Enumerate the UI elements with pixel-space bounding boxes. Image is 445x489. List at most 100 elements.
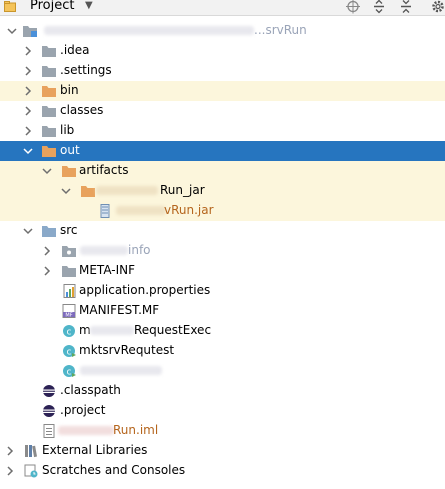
tree-label: info: [128, 243, 151, 257]
tree-row-classes[interactable]: classes: [0, 101, 445, 121]
tree-row-classpath[interactable]: .classpath: [0, 381, 445, 401]
tree-label: vRun.jar: [164, 203, 214, 217]
source-folder-icon: [42, 226, 56, 237]
redacted-text: [116, 206, 166, 215]
tree-row-application-properties[interactable]: application.properties: [0, 281, 445, 301]
properties-file-icon: [63, 284, 76, 298]
tree-row-class-requtest[interactable]: c mktsrvRequtest: [0, 341, 445, 361]
crosshair-icon[interactable]: [346, 0, 360, 14]
chevron-right-icon[interactable]: [42, 266, 52, 276]
chevron-down-icon[interactable]: [23, 226, 33, 236]
chevron-right-icon[interactable]: [23, 46, 33, 56]
module-folder-icon: [23, 26, 37, 37]
tree-label: .project: [60, 403, 106, 417]
chevron-down-icon[interactable]: [7, 26, 17, 36]
root-module-label: ...srvRun: [254, 23, 307, 37]
chevron-down-icon[interactable]: [23, 146, 33, 156]
tree-row-src-package[interactable]: info: [0, 241, 445, 261]
excluded-folder-icon: [81, 186, 95, 197]
svg-text:c: c: [67, 368, 72, 378]
tree-row-class-request-exec[interactable]: c m RequestExec: [0, 321, 445, 341]
tree-row-root-module[interactable]: ...srvRun: [0, 21, 445, 41]
tree-label: out: [60, 143, 80, 157]
chevron-right-icon[interactable]: [42, 246, 52, 256]
tree-row-artifact-jar[interactable]: vRun.jar: [0, 201, 445, 221]
tree-label: RequestExec: [134, 323, 212, 337]
tree-row-idea[interactable]: .idea: [0, 41, 445, 61]
tree-row-settings[interactable]: .settings: [0, 61, 445, 81]
folder-icon: [42, 106, 56, 117]
folder-icon: [42, 46, 56, 57]
tree-row-scratches[interactable]: Scratches and Consoles: [0, 461, 445, 481]
tree-label: mktsrvRequtest: [79, 343, 175, 357]
tree-label: Run.iml: [113, 423, 159, 437]
tree-label: artifacts: [79, 163, 129, 177]
tree-row-iml[interactable]: Run.iml: [0, 421, 445, 441]
scratches-icon: [24, 464, 38, 478]
manifest-file-icon: MF: [62, 304, 76, 319]
iml-file-icon: [43, 424, 55, 438]
chevron-down-icon[interactable]: [42, 166, 52, 176]
tree-label: MANIFEST.MF: [79, 303, 160, 317]
redacted-text: [44, 26, 254, 35]
tree-label: .settings: [60, 63, 112, 77]
tree-row-artifacts[interactable]: artifacts: [0, 161, 445, 181]
project-tool-window-header: Project ▼: [0, 0, 445, 16]
chevron-right-icon[interactable]: [5, 466, 15, 476]
runnable-class-icon: c: [63, 365, 76, 378]
svg-text:c: c: [67, 328, 72, 338]
redacted-text: [80, 366, 162, 375]
chevron-right-icon[interactable]: [23, 126, 33, 136]
tree-label: .classpath: [60, 383, 121, 397]
project-icon: [4, 1, 16, 12]
tree-row-meta-inf[interactable]: META-INF: [0, 261, 445, 281]
eclipse-file-icon: [43, 385, 55, 397]
svg-text:c: c: [67, 348, 72, 358]
project-view-title[interactable]: Project: [30, 0, 74, 13]
package-folder-icon: [62, 246, 76, 257]
chevron-right-icon[interactable]: [23, 106, 33, 116]
gear-icon[interactable]: [431, 0, 445, 14]
collapse-all-icon[interactable]: [399, 0, 413, 14]
chevron-right-icon[interactable]: [5, 446, 15, 456]
tree-label: META-INF: [79, 263, 136, 277]
excluded-folder-icon: [62, 166, 76, 177]
excluded-folder-icon: [42, 86, 56, 97]
tree-row-project-file[interactable]: .project: [0, 401, 445, 421]
library-icon: [25, 445, 38, 458]
tree-label: src: [60, 223, 78, 237]
tree-label: bin: [60, 83, 79, 97]
runnable-class-icon: c: [63, 345, 76, 358]
folder-icon: [62, 266, 76, 277]
tree-label: m: [79, 323, 91, 337]
expand-all-icon[interactable]: [372, 0, 386, 14]
tree-label: classes: [60, 103, 104, 117]
redacted-text: [58, 426, 114, 435]
tree-row-artifact-jar-dir[interactable]: Run_jar: [0, 181, 445, 201]
folder-icon: [42, 66, 56, 77]
tree-row-src[interactable]: src: [0, 221, 445, 241]
chevron-down-icon[interactable]: [61, 186, 71, 196]
tree-label: Scratches and Consoles: [42, 463, 186, 477]
tree-row-external-libraries[interactable]: External Libraries: [0, 441, 445, 461]
tree-row-manifest[interactable]: MF MANIFEST.MF: [0, 301, 445, 321]
tree-label: External Libraries: [42, 443, 148, 457]
chevron-down-icon[interactable]: ▼: [85, 0, 93, 11]
tree-label: lib: [60, 123, 75, 137]
redacted-text: [80, 246, 128, 255]
eclipse-file-icon: [43, 405, 55, 417]
tree-row-bin[interactable]: bin: [0, 81, 445, 101]
redacted-text: [90, 326, 134, 335]
tree-row-lib[interactable]: lib: [0, 121, 445, 141]
tree-label: application.properties: [79, 283, 211, 297]
excluded-folder-icon: [42, 146, 56, 157]
jar-file-icon: [100, 204, 110, 218]
svg-text:MF: MF: [65, 313, 72, 319]
tree-label: Run_jar: [160, 183, 205, 197]
chevron-right-icon[interactable]: [23, 86, 33, 96]
tree-row-class-redacted[interactable]: c: [0, 361, 445, 381]
chevron-right-icon[interactable]: [23, 66, 33, 76]
folder-icon: [42, 126, 56, 137]
tree-row-out[interactable]: out: [0, 141, 445, 161]
java-class-icon: c: [63, 325, 75, 338]
